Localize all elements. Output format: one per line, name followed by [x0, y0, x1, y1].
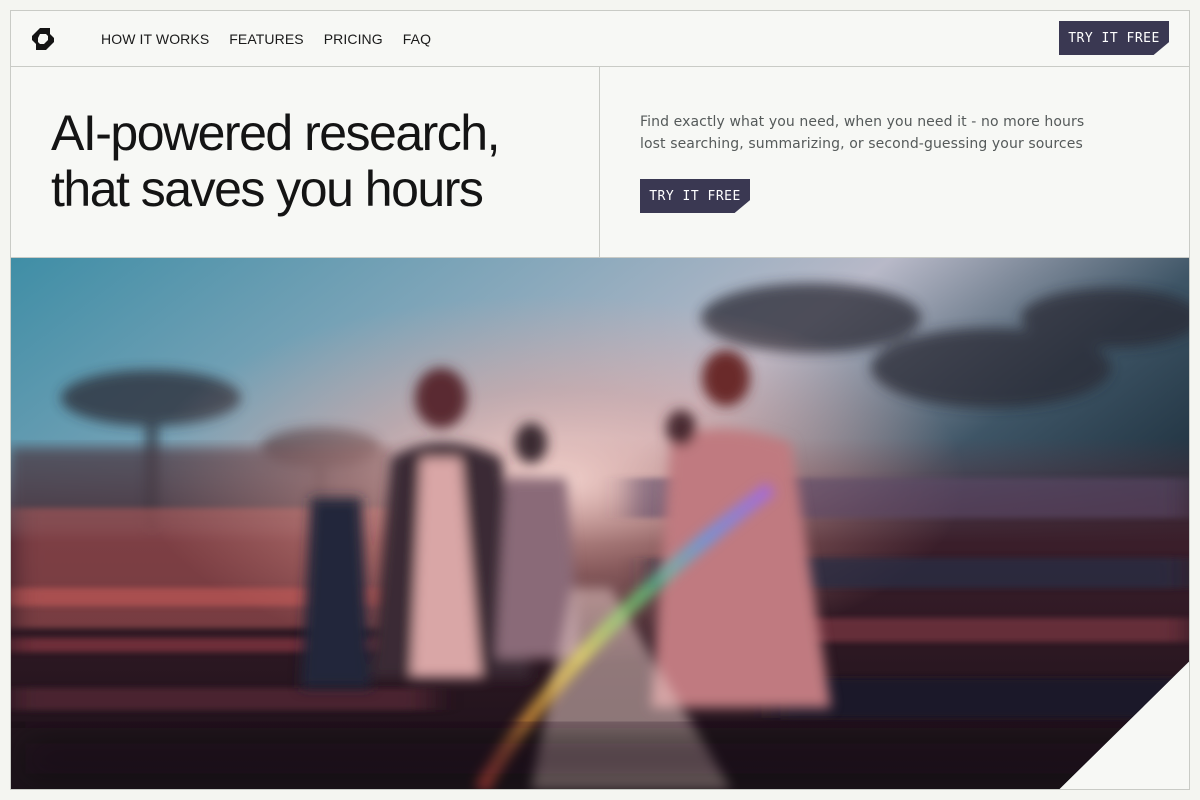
hero-headline: AI-powered research, that saves you hour… [51, 105, 591, 217]
nav-features[interactable]: FEATURES [229, 31, 303, 47]
subtext-line-2: lost searching, summarizing, or second-g… [640, 136, 1083, 152]
subtext-line-1: Find exactly what you need, when you nee… [640, 114, 1085, 130]
nav-try-it-free-button[interactable]: TRY IT FREE [1059, 21, 1169, 55]
hero-subtext: Find exactly what you need, when you nee… [640, 111, 1120, 155]
brand-logo-icon[interactable] [29, 25, 57, 53]
hero-left-panel: AI-powered research, that saves you hour… [11, 67, 600, 257]
nav-faq[interactable]: FAQ [403, 31, 431, 47]
nav-links: HOW IT WORKS FEATURES PRICING FAQ [101, 11, 431, 67]
crowd-photo [11, 258, 1189, 789]
nav-pricing[interactable]: PRICING [324, 31, 383, 47]
headline-line-2: that saves you hours [51, 161, 484, 217]
hero-right-panel: Find exactly what you need, when you nee… [601, 67, 1189, 257]
hero-try-it-free-button[interactable]: TRY IT FREE [640, 179, 750, 213]
headline-line-1: AI-powered research, [51, 105, 501, 161]
hero-section: AI-powered research, that saves you hour… [11, 67, 1189, 258]
nav-how-it-works[interactable]: HOW IT WORKS [101, 31, 209, 47]
hero-image [11, 258, 1189, 789]
top-nav: HOW IT WORKS FEATURES PRICING FAQ TRY IT… [11, 11, 1189, 67]
page-frame: HOW IT WORKS FEATURES PRICING FAQ TRY IT… [10, 10, 1190, 790]
